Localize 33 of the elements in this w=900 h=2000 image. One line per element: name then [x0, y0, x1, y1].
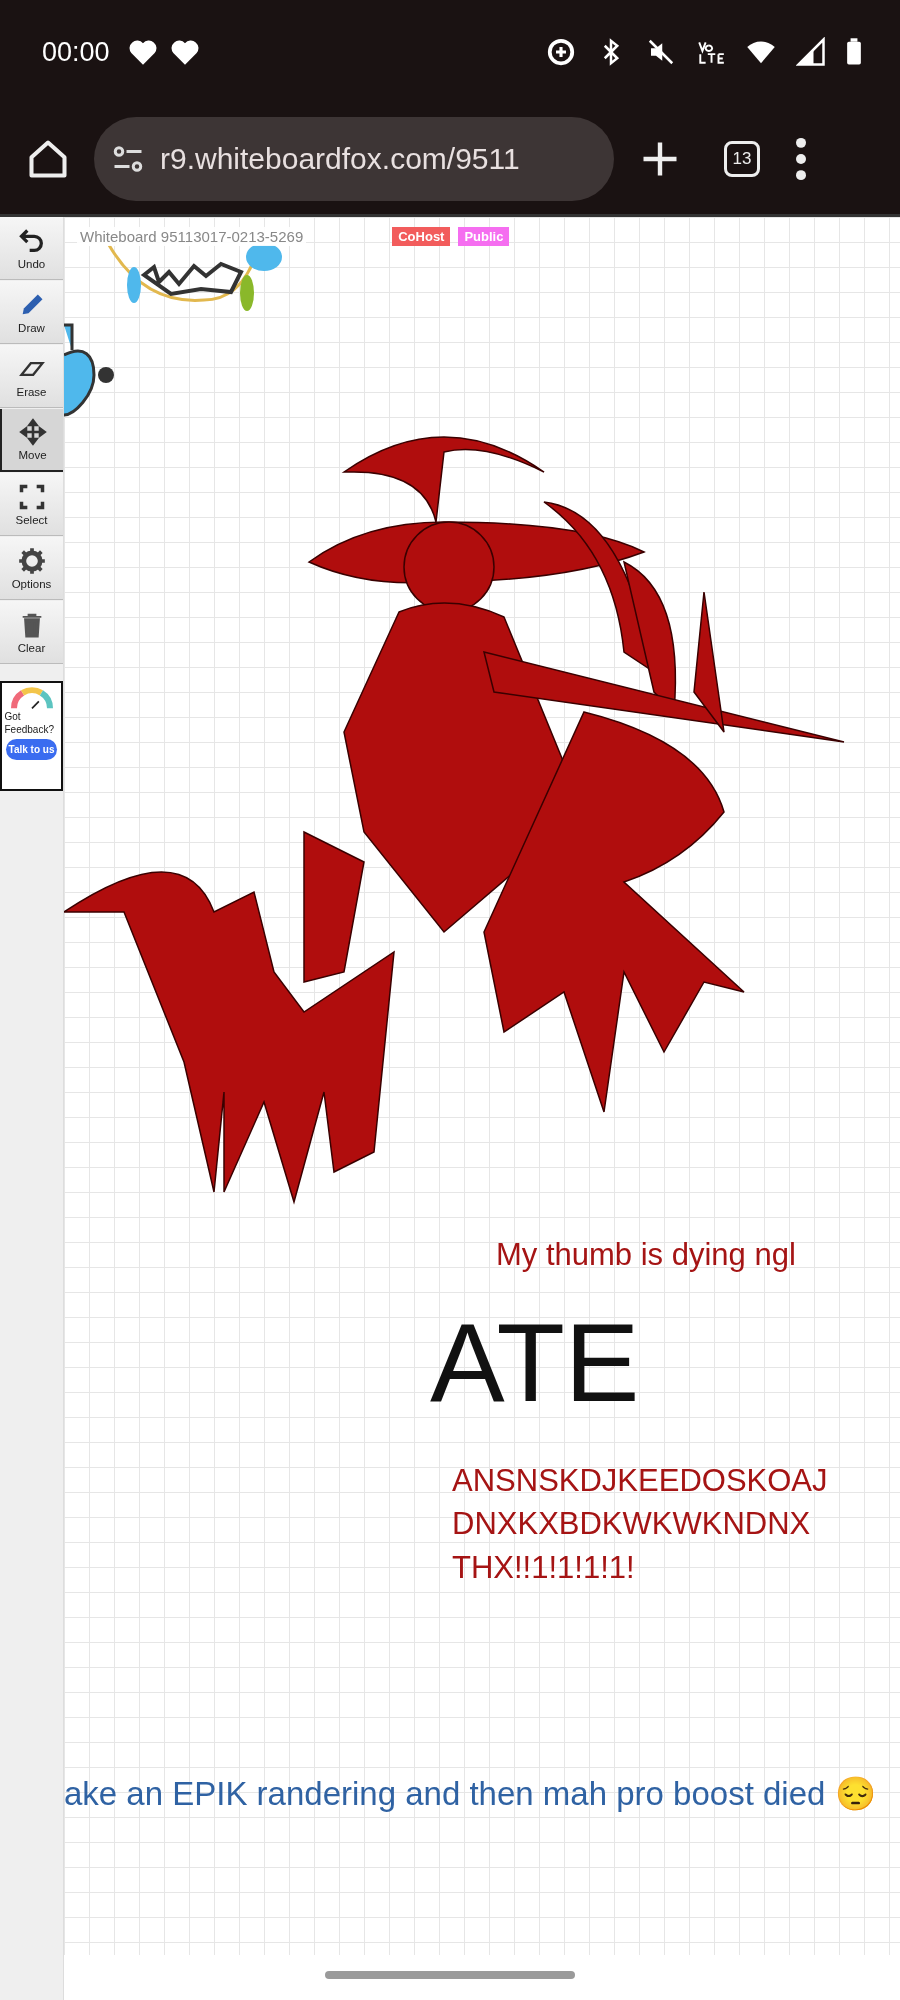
feedback-prompt: Got Feedback?	[3, 710, 55, 736]
whiteboard-title: Whiteboard 95113017-0213-5269	[77, 227, 307, 246]
data-saver-icon	[546, 37, 576, 67]
canvas-text: ANSNSKDJKEEDOSKOAJ DNXKXBDKWKWKNDNX THX!!1!1!1!1!	[452, 1462, 828, 1587]
tool-button[interactable]: Clear	[0, 601, 63, 664]
tool-button[interactable]: Options	[0, 537, 63, 600]
signal-icon	[796, 37, 826, 67]
talk-button[interactable]: Talk to us	[5, 739, 58, 760]
canvas-text: ake an EPIK randering and then mah pro boost died 😔	[64, 1774, 876, 1814]
tool-button[interactable]: Erase	[0, 345, 63, 408]
tool-button[interactable]: Select	[0, 473, 63, 536]
address-bar[interactable]: r9.whiteboardfox.com/9511	[94, 117, 614, 201]
handwritten-text: ATE	[430, 1299, 640, 1427]
home-icon[interactable]	[26, 137, 70, 181]
clock-time: 00:00	[42, 36, 110, 68]
gauge-icon	[9, 686, 54, 710]
menu-icon[interactable]	[794, 137, 808, 181]
tool-button[interactable]: Draw	[0, 281, 63, 344]
url-text: r9.whiteboardfox.com/9511	[160, 142, 520, 176]
move-icon	[18, 418, 47, 446]
heart-icon	[169, 38, 200, 66]
gear-icon	[17, 546, 46, 575]
select-icon	[17, 482, 46, 511]
tool-button[interactable]: Undo	[0, 217, 63, 280]
mute-icon	[646, 37, 676, 67]
status-tag: CoHost	[392, 227, 451, 246]
feedback-widget[interactable]: Got Feedback? Talk to us	[0, 681, 63, 791]
heart-icon	[127, 38, 158, 66]
status-tag: Public	[458, 227, 510, 246]
canvas-text: My thumb is dying ngl	[496, 1236, 796, 1274]
tool-button[interactable]: Move	[0, 409, 63, 472]
battery-icon	[846, 37, 862, 67]
tab-count-button[interactable]: 13	[724, 141, 760, 177]
